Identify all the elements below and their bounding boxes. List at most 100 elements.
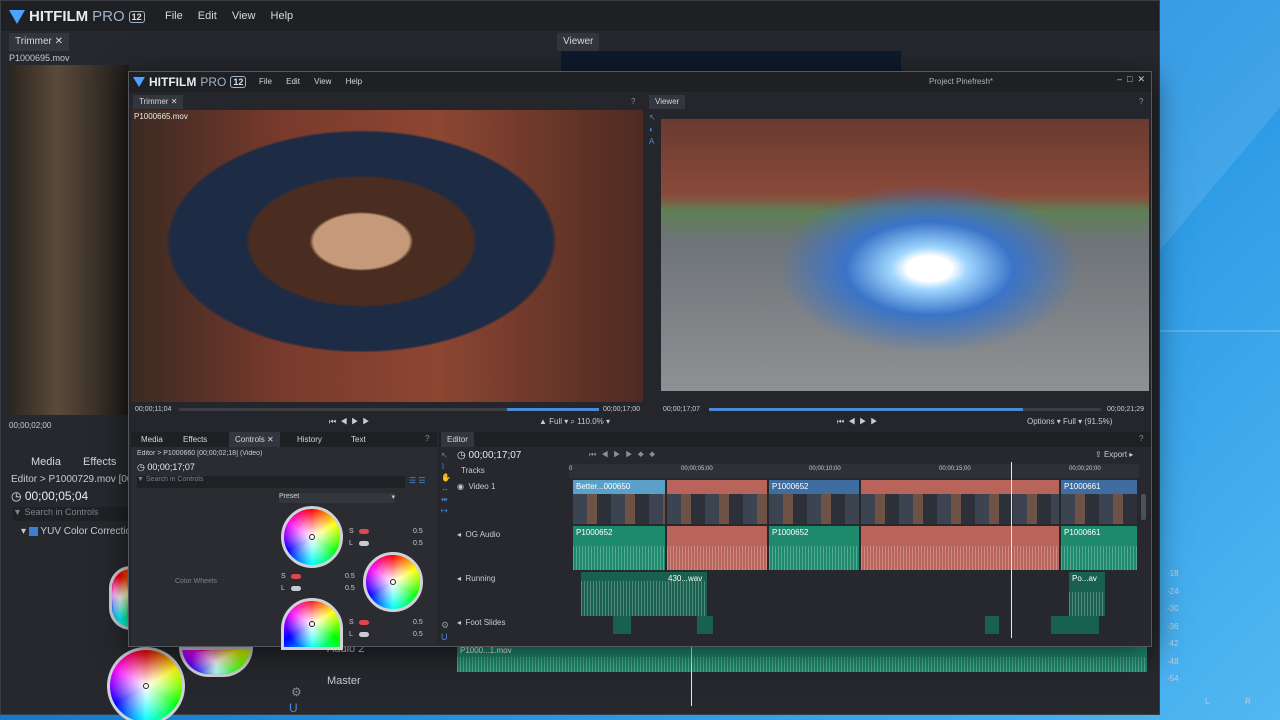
tab-trimmer[interactable]: Trimmer ✕ — [9, 33, 70, 51]
minimize-icon[interactable]: – — [1117, 74, 1127, 84]
magnet-icon[interactable]: U — [289, 701, 298, 715]
play-icon[interactable]: ▶ — [351, 417, 362, 426]
video-clip[interactable]: P1000661 — [1061, 480, 1137, 524]
step-fwd-icon[interactable]: ▶ — [870, 417, 881, 426]
tab-history[interactable]: History — [291, 432, 328, 447]
audio-clip[interactable] — [985, 616, 999, 634]
menu-help[interactable]: Help — [346, 77, 362, 86]
step-back-icon[interactable]: ◀ — [601, 450, 613, 459]
tab-media[interactable]: Media — [25, 453, 67, 471]
roll-tool-icon[interactable]: ⇹ — [441, 494, 449, 505]
audio-clip[interactable]: P1000652 — [573, 526, 665, 570]
hand-tool-icon[interactable]: ✋ — [441, 472, 451, 483]
eye-icon[interactable]: ◉ — [457, 482, 464, 491]
text-tool-icon[interactable]: A — [649, 136, 659, 148]
speaker-icon[interactable]: ◂ — [457, 618, 461, 627]
quality-select[interactable]: Full — [1063, 417, 1076, 426]
back-audio-clip[interactable]: P1000...1.mov — [457, 644, 1147, 672]
marker-icon[interactable]: ◆ — [638, 450, 649, 459]
saturation-slider[interactable] — [359, 529, 369, 534]
audio-clip[interactable] — [613, 616, 631, 634]
wheel-handle-icon[interactable] — [143, 683, 149, 689]
back-playhead[interactable] — [691, 646, 692, 706]
menu-edit[interactable]: Edit — [286, 77, 300, 86]
wheel-handle-icon[interactable] — [390, 579, 396, 585]
tab-effects[interactable]: Effects — [77, 453, 122, 471]
search-input[interactable]: ▼ Search in Controls — [13, 507, 129, 521]
insert-icon[interactable]: ▲ — [539, 417, 547, 426]
menu-file[interactable]: File — [259, 77, 272, 86]
menu-view[interactable]: View — [314, 77, 331, 86]
help-icon[interactable]: ? — [425, 434, 429, 443]
speaker-icon[interactable]: ◂ — [457, 574, 461, 583]
audio-clip-linked[interactable] — [667, 526, 767, 570]
luminance-slider[interactable] — [291, 586, 301, 591]
color-wheel-midtones[interactable] — [363, 552, 423, 612]
step-fwd-icon[interactable]: ▶ — [625, 450, 637, 459]
marker-icon[interactable]: ◆ — [649, 450, 660, 459]
go-start-icon[interactable]: ⏮ — [329, 417, 340, 426]
search-input[interactable]: ▼ Search in Controls — [137, 476, 405, 488]
color-wheel-shadows[interactable] — [281, 506, 343, 568]
slice-tool-icon[interactable]: ⌇ — [441, 461, 449, 472]
zoom-select[interactable]: (91.5%) — [1084, 417, 1112, 426]
play-icon[interactable]: ▶ — [859, 417, 870, 426]
menu-edit[interactable]: Edit — [198, 10, 217, 22]
play-icon[interactable]: ▶ — [613, 450, 625, 459]
tab-controls[interactable]: Controls ✕ — [229, 432, 280, 447]
step-back-icon[interactable]: ◀ — [848, 417, 859, 426]
gear-icon[interactable]: ⚙ — [291, 685, 302, 699]
color-wheel-highlights[interactable] — [281, 598, 343, 650]
tab-text[interactable]: Text — [345, 432, 372, 447]
audio-clip[interactable]: P1000652 — [769, 526, 859, 570]
luminance-slider[interactable] — [359, 632, 369, 637]
trimmer-scrubber[interactable] — [179, 408, 599, 411]
step-back-icon[interactable]: ◀ — [340, 417, 351, 426]
help-icon[interactable]: ? — [1139, 97, 1143, 106]
audio-clip[interactable]: Po...av — [1069, 572, 1105, 616]
go-start-icon[interactable]: ⏮ — [589, 450, 601, 459]
close-icon[interactable]: ✕ — [1137, 74, 1150, 84]
back-color-wheel-3[interactable] — [179, 647, 253, 677]
select-tool-icon[interactable]: ↖ — [441, 450, 449, 461]
video-clip-linked[interactable] — [861, 480, 1059, 524]
step-fwd-icon[interactable]: ▶ — [362, 417, 373, 426]
zoom-select[interactable]: 110.0% — [577, 417, 604, 426]
wheel-handle-icon[interactable] — [309, 621, 315, 627]
gear-icon[interactable]: ⚙ — [441, 620, 449, 631]
video-clip[interactable]: P1000652 — [769, 480, 859, 524]
audio-clip-linked[interactable] — [861, 526, 1059, 570]
checkbox-icon[interactable] — [28, 526, 38, 536]
options-select[interactable]: Options — [1027, 417, 1055, 426]
track-video-1[interactable]: ◉ Video 1 — [457, 482, 495, 491]
tab-effects[interactable]: Effects — [177, 432, 213, 447]
audio-clip[interactable] — [697, 616, 713, 634]
video-clip-linked[interactable] — [667, 480, 767, 524]
effect-row[interactable]: ▾ YUV Color Correctio — [21, 526, 131, 537]
viewer-scrubber[interactable] — [709, 408, 1101, 411]
audio-clip[interactable]: P1000661 — [1061, 526, 1137, 570]
tab-media[interactable]: Media — [135, 432, 169, 447]
select-tool-icon[interactable]: ↖ — [649, 112, 659, 124]
tab-editor[interactable]: Editor — [441, 432, 474, 447]
rate-tool-icon[interactable]: ↦ — [441, 505, 449, 516]
list-view-icon[interactable]: ☰ ☰ — [409, 476, 426, 485]
tab-viewer[interactable]: Viewer — [649, 95, 686, 109]
quality-select[interactable]: Full — [549, 417, 562, 426]
slip-tool-icon[interactable]: ↔ — [441, 483, 449, 494]
orbit-tool-icon[interactable]: ◐ — [649, 124, 659, 136]
menu-file[interactable]: File — [165, 10, 183, 22]
track-running[interactable]: ◂ Running — [457, 574, 495, 583]
help-icon[interactable]: ? — [631, 97, 635, 106]
video-clip[interactable]: Better...000650 — [573, 480, 665, 524]
luminance-slider[interactable] — [359, 541, 369, 546]
magnet-icon[interactable]: U — [441, 632, 448, 642]
wheel-handle-icon[interactable] — [309, 534, 315, 540]
help-icon[interactable]: ? — [1139, 434, 1143, 443]
playhead[interactable] — [1011, 462, 1012, 638]
go-start-icon[interactable]: ⏮ — [837, 417, 848, 426]
timeline-ruler[interactable]: 0 00;00;05;00 00;00;10;00 00;00;15;00 00… — [569, 464, 1139, 478]
tab-trimmer[interactable]: Trimmer ✕ — [133, 95, 184, 109]
menu-view[interactable]: View — [232, 10, 256, 22]
maximize-icon[interactable]: □ — [1127, 74, 1137, 84]
